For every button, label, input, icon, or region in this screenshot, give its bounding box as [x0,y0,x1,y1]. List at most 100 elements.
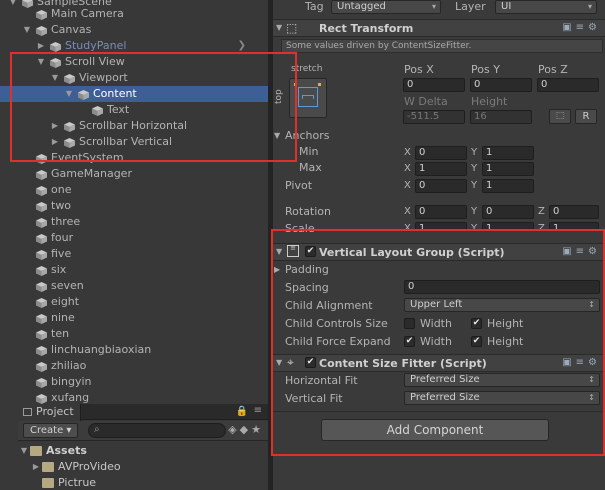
gameobject-cube-icon [36,313,47,324]
hierarchy-item[interactable]: three [0,214,268,230]
rect-transform-icon: ⬚ [286,21,298,35]
hierarchy-item-label: six [51,263,67,276]
project-folder-label: AVProVideo [58,460,121,473]
anchor-max-y-field[interactable]: 1 [482,162,534,176]
anchor-corner-marker [318,83,321,86]
hierarchy-item-label: five [51,247,72,260]
pos-x-label: Pos X [404,63,434,76]
filter-label-icon[interactable]: ◆ [240,423,251,436]
axis-y-label: Y [471,206,478,217]
gameobject-cube-icon [36,297,47,308]
tag-dropdown[interactable]: Untagged ▾ [331,0,441,14]
hierarchy-item-label: three [51,215,81,228]
hierarchy-item[interactable]: ten [0,326,268,342]
collapse-arrow-icon[interactable]: ▶ [31,459,41,475]
hierarchy-item[interactable]: five [0,246,268,262]
hierarchy-item[interactable]: six [0,262,268,278]
hierarchy-item-label: bingyin [51,375,92,388]
pos-z-field[interactable]: 0 [537,78,599,92]
hierarchy-item[interactable]: bingyin [0,374,268,390]
hierarchy-item[interactable]: two [0,198,268,214]
hierarchy-item[interactable]: xufang [0,390,268,404]
axis-y-label: Y [471,180,478,191]
driven-values-note: Some values driven by ContentSizeFitter. [281,39,603,53]
width-field: -511.5 [403,110,465,124]
rotation-y-field[interactable]: 0 [482,205,534,219]
hierarchy-item[interactable]: ▼ Canvas [0,22,268,38]
gameobject-cube-icon [36,25,47,36]
gameobject-cube-icon [36,217,47,228]
project-search-input[interactable] [107,424,217,437]
pos-x-field[interactable]: 0 [403,78,465,92]
favorite-star-icon[interactable]: ★ [251,423,264,436]
anchor-min-y-field[interactable]: 1 [482,146,534,160]
pos-y-label: Pos Y [471,63,500,76]
blueprint-mode-button[interactable]: ⬚ [549,109,571,124]
blueprint-icon: ⬚ [555,111,565,121]
gameobject-cube-icon [36,185,47,196]
gameobject-cube-icon [36,9,47,20]
project-folder-item[interactable]: ▼ Assets [18,443,268,459]
hierarchy-item[interactable]: Main Camera [0,6,268,22]
hierarchy-item[interactable]: four [0,230,268,246]
anchor-preset-arrow-icon [302,95,314,99]
gameobject-cube-icon [36,345,47,356]
foldout-arrow-icon[interactable]: ▼ [276,23,282,32]
hierarchy-item[interactable]: GameManager [0,166,268,182]
pos-y-field[interactable]: 0 [470,78,532,92]
pivot-x-field[interactable]: 0 [415,179,467,193]
project-folder-item[interactable]: ▶ AVProVideo [18,459,268,475]
hierarchy-item[interactable]: one [0,182,268,198]
hierarchy-item-label: one [51,183,72,196]
axis-x-label: X [404,206,411,217]
rotation-z-field[interactable]: 0 [549,205,599,219]
hierarchy-item-label: two [51,199,72,212]
hierarchy-item[interactable]: nine [0,310,268,326]
gameobject-cube-icon [36,233,47,244]
project-folder-item[interactable]: Pictrue [18,475,268,490]
preset-sliders-icon[interactable]: ≡ [576,22,588,33]
filter-type-icon[interactable]: ◈ [228,423,239,436]
hierarchy-item-label: eight [51,295,80,308]
highlight-box-hierarchy [10,52,297,162]
hierarchy-item[interactable]: eight [0,294,268,310]
hierarchy-item-label: four [51,231,74,244]
pivot-y-field[interactable]: 1 [482,179,534,193]
gameobject-cube-icon [36,393,47,404]
layer-label: Layer [455,0,486,13]
gear-icon[interactable]: ⚙ [588,22,601,33]
project-tab-label: Project [36,405,74,418]
create-label: Create [30,425,64,436]
project-tab[interactable]: Project [18,404,81,421]
anchors-max-label: Max [299,161,322,174]
rect-transform-header[interactable]: ▼ ⬚ Rect Transform ▣≡⚙ [273,19,605,37]
panel-menu-icon[interactable]: ≡ [254,405,262,416]
gameobject-cube-icon [50,41,61,52]
hierarchy-item[interactable]: zhiliao [0,358,268,374]
gameobject-cube-icon [36,169,47,180]
expand-arrow-icon[interactable]: ▼ [19,443,29,459]
chevron-down-icon: ▾ [66,425,72,436]
hierarchy-item-label: Main Camera [51,7,124,20]
raw-edit-button[interactable]: R [575,109,597,124]
hierarchy-item[interactable]: seven [0,278,268,294]
layer-dropdown[interactable]: UI ▾ [495,0,597,14]
anchor-max-x-field[interactable]: 1 [415,162,467,176]
hierarchy-item-label: GameManager [51,167,132,180]
project-search[interactable]: ⌕ [88,423,226,438]
anchors-min-label: Min [299,145,319,158]
axis-x-label: X [404,163,411,174]
rotation-x-field[interactable]: 0 [415,205,467,219]
lock-icon[interactable]: 🔒 [236,406,248,417]
hierarchy-item[interactable]: linchuangbiaoxian [0,342,268,358]
chevron-down-icon: ▾ [431,2,436,11]
anchor-min-x-field[interactable]: 0 [415,146,467,160]
rect-transform-title: Rect Transform [319,22,414,35]
expand-arrow-icon[interactable]: ▼ [22,22,32,38]
help-book-icon[interactable]: ▣ [562,22,575,33]
gameobject-cube-icon [36,329,47,340]
axis-y-label: Y [471,147,478,158]
hierarchy-item-label: linchuangbiaoxian [51,343,152,356]
folder-icon [42,478,54,488]
create-dropdown-button[interactable]: Create ▾ [23,423,79,438]
